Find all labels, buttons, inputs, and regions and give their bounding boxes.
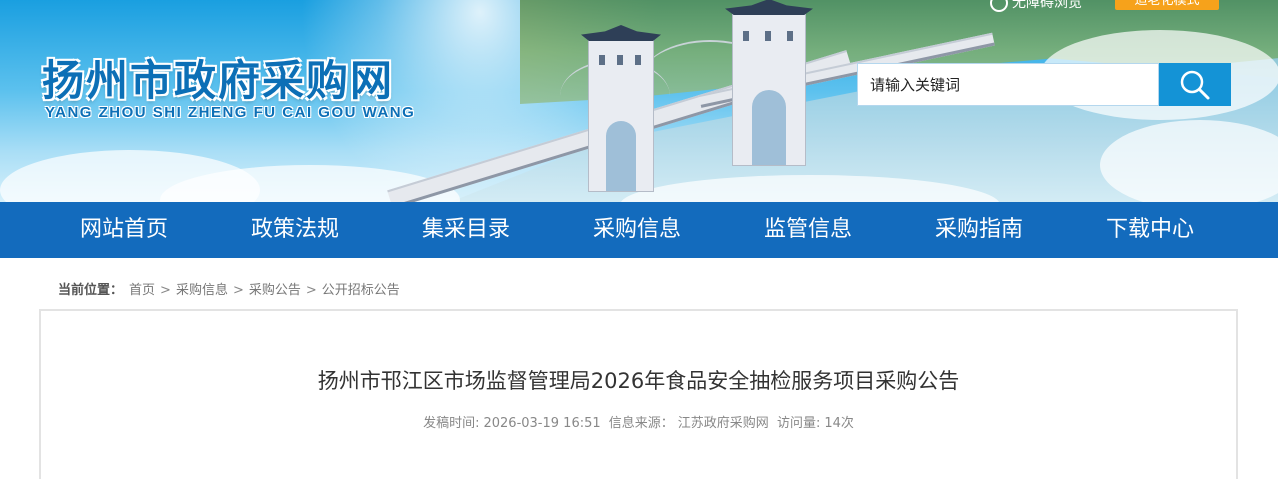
article-panel: 扬州市邗江区市场监督管理局2026年食品安全抽检服务项目采购公告 发稿时间: 20… [39, 309, 1238, 479]
bridge-tower-left [581, 25, 661, 192]
breadcrumb-separator: > [232, 283, 244, 298]
accessibility-icon [990, 0, 1008, 13]
source-value: 江苏政府采购网 [677, 416, 769, 431]
accessibility-link[interactable]: 无障碍浏览 [990, 0, 1082, 13]
nav-home[interactable]: 网站首页 [49, 202, 199, 258]
nav-download[interactable]: 下载中心 [1075, 202, 1225, 258]
nav-guide[interactable]: 采购指南 [904, 202, 1054, 258]
article-meta: 发稿时间: 2026-03-19 16:51 信息来源： 江苏政府采购网 访问量: 1… [41, 412, 1236, 431]
views-count: 14次 [824, 416, 854, 431]
main-navigation: 网站首页 政策法规 集采目录 采购信息 监管信息 采购指南 下载中心 [0, 202, 1278, 258]
nav-supervision-info[interactable]: 监管信息 [733, 202, 883, 258]
breadcrumb-procurement-info[interactable]: 采购信息 [176, 283, 228, 298]
publish-time-label: 发稿时间: [423, 416, 480, 431]
source-label: 信息来源： [608, 416, 674, 431]
article-title: 扬州市邗江区市场监督管理局2026年食品安全抽检服务项目采购公告 [317, 369, 960, 393]
header-banner: 扬州市政府采购网 YANG ZHOU SHI ZHENG FU CAI GOU … [0, 0, 1278, 202]
publish-time: 2026-03-19 16:51 [483, 416, 601, 431]
breadcrumb-open-tender[interactable]: 公开招标公告 [322, 283, 400, 298]
elder-mode-button[interactable]: 适老化模式 [1115, 0, 1219, 10]
site-logo-title[interactable]: 扬州市政府采购网 [42, 47, 394, 108]
search-icon [1180, 70, 1210, 99]
search-input[interactable] [857, 63, 1159, 106]
breadcrumb: 当前位置： 首页 > 采购信息 > 采购公告 > 公开招标公告 [58, 279, 400, 298]
bridge-tower-right [725, 0, 813, 166]
accessibility-label: 无障碍浏览 [1012, 0, 1082, 10]
breadcrumb-home[interactable]: 首页 [129, 283, 155, 298]
breadcrumb-separator: > [160, 283, 171, 298]
views-label: 访问量: [776, 416, 821, 431]
nav-policy[interactable]: 政策法规 [220, 202, 370, 258]
nav-procurement-info[interactable]: 采购信息 [562, 202, 712, 258]
search-button[interactable] [1159, 63, 1231, 106]
breadcrumb-procurement-notice[interactable]: 采购公告 [249, 283, 301, 298]
site-logo-subtitle: YANG ZHOU SHI ZHENG FU CAI GOU WANG [45, 104, 416, 121]
nav-catalog[interactable]: 集采目录 [391, 202, 541, 258]
breadcrumb-separator: > [305, 283, 317, 298]
breadcrumb-label: 当前位置： [58, 283, 124, 298]
